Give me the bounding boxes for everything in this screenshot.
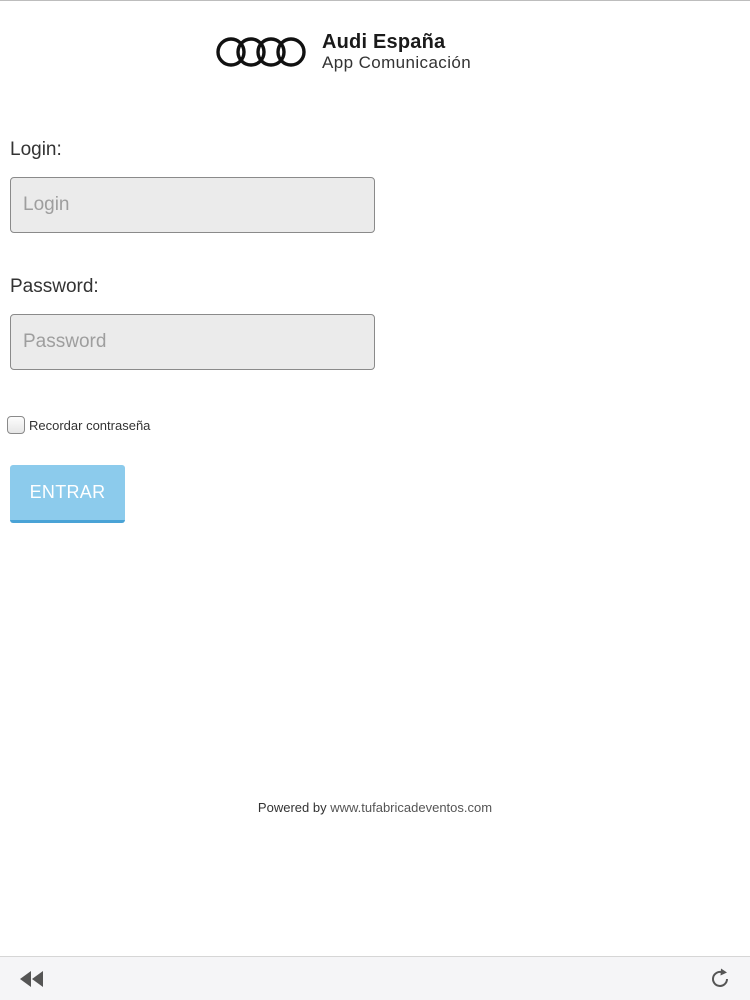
login-label: Login: <box>10 139 62 160</box>
brand-subtitle: App Comunicación <box>322 53 472 72</box>
powered-by-link[interactable]: www.tufabricadeventos.com <box>330 800 492 815</box>
audi-rings-icon <box>216 35 306 69</box>
submit-button[interactable]: ENTRAR <box>10 465 125 523</box>
remember-password-label[interactable]: Recordar contraseña <box>29 418 150 433</box>
rewind-icon[interactable] <box>18 969 46 989</box>
footer: Powered by www.tufabricadeventos.com <box>0 800 750 815</box>
refresh-icon[interactable] <box>708 967 732 991</box>
login-input[interactable] <box>10 177 375 233</box>
password-label: Password: <box>10 276 99 297</box>
bottom-toolbar <box>0 956 750 1000</box>
remember-password-checkbox[interactable] <box>7 416 25 434</box>
remember-password-row[interactable]: Recordar contraseña <box>7 416 376 434</box>
password-input[interactable] <box>10 314 375 370</box>
powered-by-text: Powered by <box>257 800 327 815</box>
brand-title: Audi España <box>322 31 446 53</box>
app-screen: Audi España App Comunicación Login: Pass… <box>0 0 750 1000</box>
brand: Audi España App Comunicación <box>322 32 471 71</box>
login-form: Login: Password: Recordar contraseña ENT… <box>7 139 376 523</box>
header: Audi España App Comunicación <box>216 32 471 71</box>
